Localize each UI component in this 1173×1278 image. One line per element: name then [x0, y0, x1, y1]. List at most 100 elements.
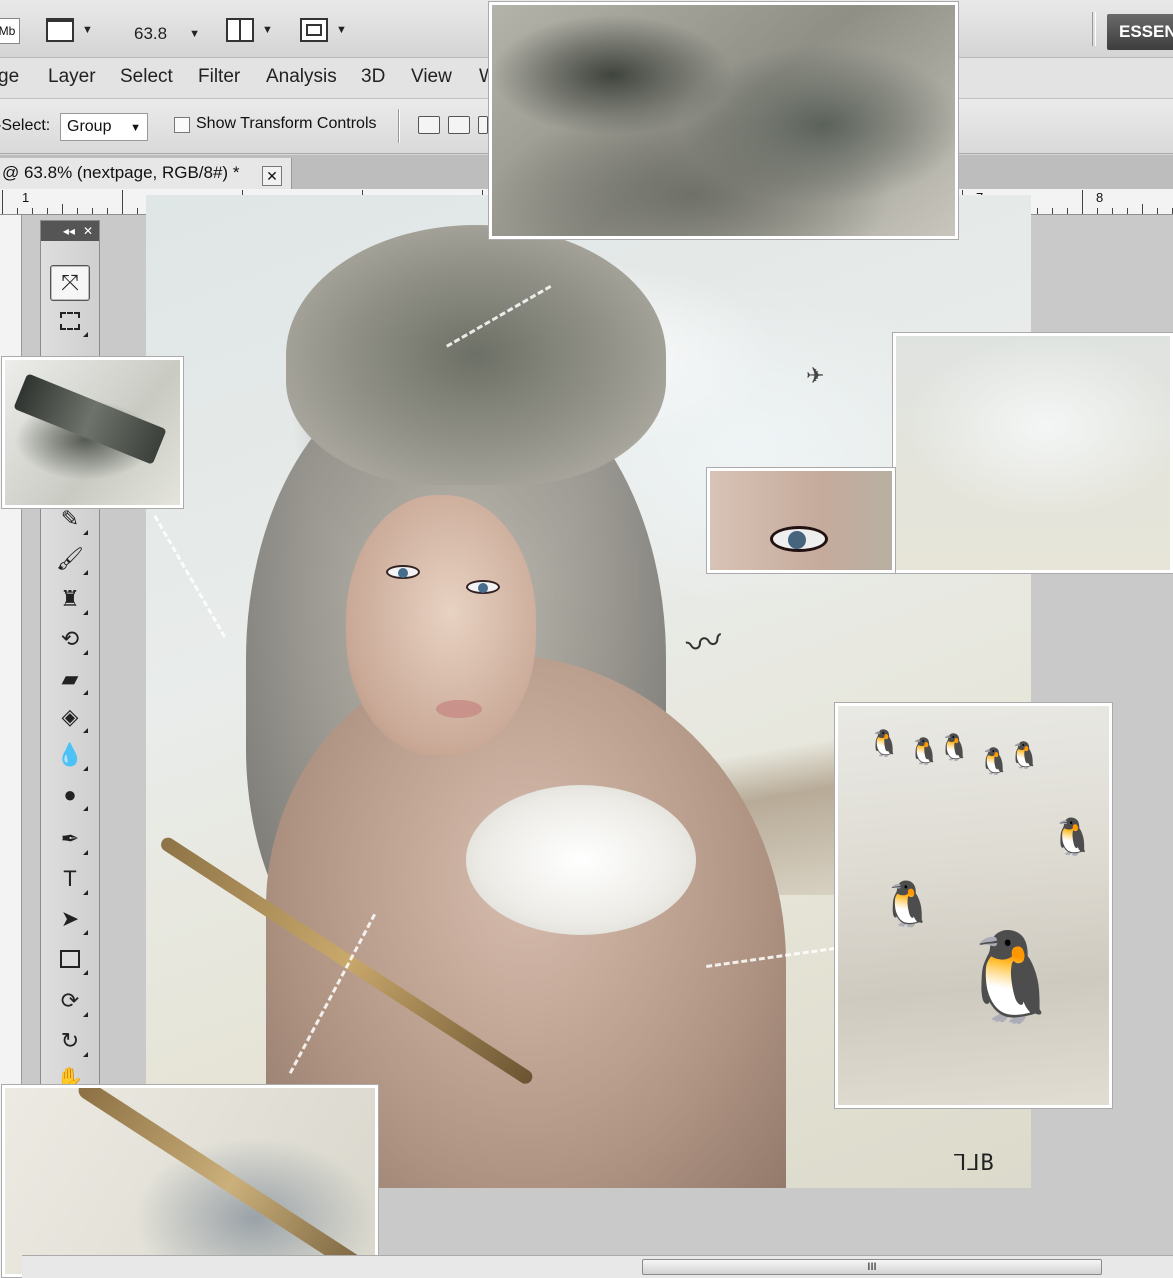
- auto-select-value: Group: [67, 118, 112, 135]
- rectangle-tool-icon[interactable]: [50, 941, 90, 977]
- ruler-tick: [47, 208, 48, 214]
- ruler-tick: [2, 190, 3, 214]
- ruler-tick: [1097, 208, 1098, 214]
- divider: [1092, 12, 1096, 46]
- 3d-orbit-tool-icon[interactable]: ↻: [50, 1023, 90, 1059]
- pen-tool-icon[interactable]: ✒: [50, 821, 90, 857]
- blur-tool-icon[interactable]: 💧: [50, 737, 90, 773]
- penguin-icon: 🐧: [978, 746, 1011, 776]
- ruler-tick: [32, 208, 33, 214]
- move-tool-icon[interactable]: ⤧: [50, 265, 90, 301]
- penguin-icon: 🐧: [938, 732, 971, 762]
- close-icon[interactable]: ✕: [262, 166, 282, 186]
- path-selection-tool-icon[interactable]: ➤: [50, 901, 90, 937]
- detail-crop-sky: [893, 333, 1173, 573]
- chevron-down-icon: ▼: [189, 28, 200, 40]
- artist-signature: ⅂⅃B: [954, 1151, 995, 1176]
- ruler-tick: [1037, 208, 1038, 214]
- ruler-tick: [122, 190, 123, 214]
- marquee-tool-icon[interactable]: [50, 303, 90, 339]
- menu-filter[interactable]: Filter: [198, 66, 240, 88]
- ruler-tick: [1082, 190, 1083, 214]
- history-brush-tool-icon[interactable]: ⟲: [50, 621, 90, 657]
- model-face: [346, 495, 536, 755]
- view-extras-button[interactable]: ▼: [46, 14, 93, 46]
- fur-hat: [286, 225, 666, 485]
- screen-mode-icon: [300, 18, 328, 42]
- penguin-icon: 🐧: [868, 728, 901, 758]
- view-extras-icon: [46, 18, 74, 42]
- detail-crop-paint-tube: [2, 357, 183, 508]
- tools-panel: ◂◂ ✕ ⤧ ✎ 🖌 ♜ ⟲ ▰ ◈ 💧 ● ✒ T ➤ ⟳ ↻ ✋: [40, 220, 100, 1091]
- detail-crop-penguins: 🐧 🐧 🐧 🐧 🐧 🐧 🐧 🐧: [835, 703, 1112, 1108]
- ruler-tick: [77, 208, 78, 214]
- align-top-edges-icon[interactable]: [418, 116, 440, 134]
- show-transform-controls-checkbox[interactable]: [174, 117, 190, 133]
- close-icon[interactable]: ✕: [83, 224, 93, 238]
- chevron-down-icon: ▼: [82, 24, 93, 36]
- brush-tool-icon[interactable]: 🖌: [50, 541, 90, 577]
- menu-layer[interactable]: Layer: [48, 66, 96, 88]
- penguin-icon: 🐧: [956, 927, 1066, 1026]
- paintbrush: [75, 1088, 375, 1274]
- penguin-icon: 🐧: [1008, 740, 1041, 770]
- penguin-icon: 🐧: [1050, 816, 1095, 857]
- scrollbar-grip: III: [867, 1261, 877, 1273]
- screen-mode-button[interactable]: ▼: [300, 14, 347, 46]
- ruler-tick: [1052, 208, 1053, 214]
- penguin-icon: 🐧: [908, 736, 941, 766]
- show-transform-controls-label[interactable]: Show Transform Controls: [196, 115, 377, 133]
- right-eye: [466, 580, 500, 594]
- ruler-tick: [1142, 204, 1143, 214]
- lips: [436, 700, 482, 718]
- clone-stamp-tool-icon[interactable]: ♜: [50, 581, 90, 617]
- menu-3d[interactable]: 3D: [361, 66, 385, 88]
- eraser-tool-icon[interactable]: ▰: [50, 661, 90, 697]
- ruler-label: 1: [22, 190, 30, 205]
- fur-garment: [466, 785, 696, 935]
- align-vertical-centers-icon[interactable]: [448, 116, 470, 134]
- detail-crop-paintbrush: [2, 1085, 378, 1277]
- arrange-documents-button[interactable]: ▼: [226, 14, 273, 46]
- ruler-tick: [17, 208, 18, 214]
- ruler-tick: [1067, 208, 1068, 214]
- chevron-down-icon: ▼: [130, 122, 141, 134]
- horizontal-scrollbar[interactable]: III: [22, 1255, 1173, 1278]
- ruler-tick: [107, 208, 108, 214]
- menu-analysis[interactable]: Analysis: [266, 66, 337, 88]
- detail-crop-fur-hat: [489, 2, 958, 239]
- workspace-label: ESSENTIALS: [1119, 22, 1173, 41]
- divider: [398, 109, 400, 143]
- penguin-icon: 🐧: [880, 880, 935, 929]
- dodge-tool-icon[interactable]: ●: [50, 777, 90, 813]
- arrange-documents-icon: [226, 18, 254, 42]
- airplane-icon: ✈: [806, 363, 825, 388]
- menu-image[interactable]: ge: [0, 66, 19, 88]
- detail-crop-eye: [707, 468, 895, 573]
- auto-select-label: -Select:: [0, 117, 51, 134]
- document-tab-title: @ 63.8% (nextpage, RGB/8#) *: [2, 163, 240, 182]
- paint-tube: [13, 373, 167, 465]
- ruler-tick: [62, 204, 63, 214]
- tools-panel-header: ◂◂ ✕: [41, 221, 99, 241]
- document-tab[interactable]: @ 63.8% (nextpage, RGB/8#) * ✕: [0, 158, 292, 189]
- connector-line: [153, 515, 226, 638]
- align-bottom-edges-icon[interactable]: [478, 116, 488, 134]
- menu-view[interactable]: View: [411, 66, 452, 88]
- chevron-down-icon: ▼: [262, 24, 273, 36]
- type-tool-icon[interactable]: T: [50, 861, 90, 897]
- zoom-level-dropdown[interactable]: 63.8 ▼: [134, 18, 200, 50]
- ruler-tick: [92, 208, 93, 214]
- scrollbar-thumb[interactable]: III: [642, 1259, 1102, 1275]
- chevron-down-icon: ▼: [336, 24, 347, 36]
- auto-select-dropdown[interactable]: Group ▼: [60, 113, 148, 141]
- eye-closeup: [770, 526, 828, 552]
- bridge-launch-button[interactable]: Mb: [0, 18, 20, 44]
- ruler-label: 8: [1096, 190, 1104, 205]
- left-eye: [386, 565, 420, 579]
- menu-select[interactable]: Select: [120, 66, 173, 88]
- collapse-icon[interactable]: ◂◂: [63, 224, 75, 238]
- paint-bucket-tool-icon[interactable]: ◈: [50, 699, 90, 735]
- workspace-switcher-button[interactable]: ESSENTIALS: [1107, 14, 1173, 50]
- 3d-rotate-tool-icon[interactable]: ⟳: [50, 983, 90, 1019]
